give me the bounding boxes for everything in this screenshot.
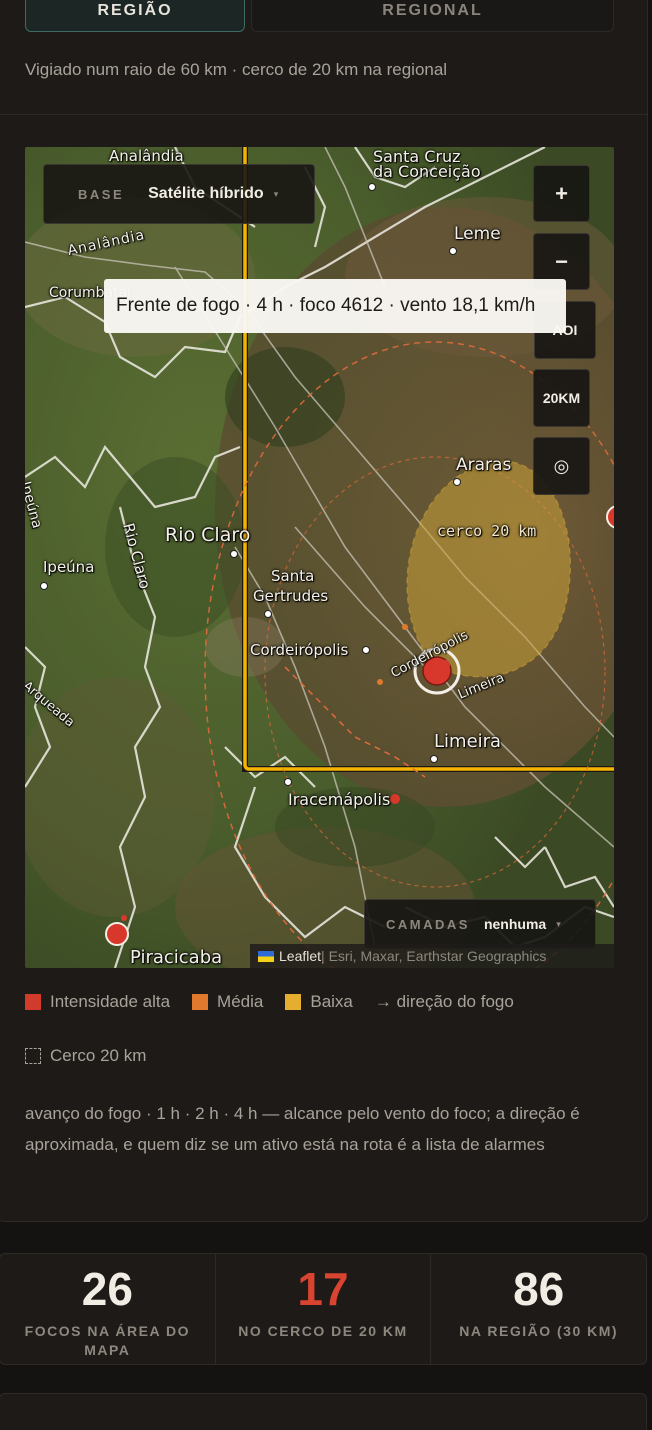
fire-advance-note: avanço do fogo · 1 h · 2 h · 4 h — alcan… [25, 1104, 580, 1154]
stats-bar: 26 FOCOS NA ÁREA DO MAPA 17 NO CERCO DE … [0, 1253, 647, 1365]
legend-swatch-high [25, 994, 41, 1010]
stat-value: 26 [81, 1263, 133, 1315]
map-label-limeira: Limeira [434, 731, 502, 752]
locate-icon: ◎ [553, 455, 570, 476]
layers-value: nenhuma [483, 916, 547, 932]
layers-select[interactable]: CAMADAS nenhuma ▾ [364, 899, 596, 949]
map-satellite-layer [25, 147, 614, 968]
legend-label-cerco: Cerco 20 km [50, 1046, 147, 1065]
map-label-piracicaba: Piracicaba [130, 947, 223, 968]
map-label-da-conceicao: da Conceição [373, 162, 481, 181]
tab-regiao[interactable]: REGIÃO [25, 0, 245, 32]
chevron-down-icon: ▾ [273, 188, 279, 199]
legend-label-medium: Média [217, 992, 264, 1011]
base-layer-label: BASE [78, 186, 125, 202]
map-label-rio-claro: Rio Claro [165, 524, 251, 546]
legend-item-cerco: Cerco 20 km [25, 1046, 625, 1066]
stat-value: 17 [297, 1263, 349, 1315]
layers-label: CAMADAS [386, 916, 470, 932]
stat-value: 86 [513, 1263, 565, 1315]
legend-swatch-low [285, 994, 302, 1010]
legend-label-direction: → direção do fogo [374, 992, 514, 1011]
map-label-santa: Santa [271, 567, 315, 585]
map-label-cordeiropolis: Cordeirópolis [250, 641, 349, 659]
legend-swatch-medium [192, 994, 209, 1010]
scope-tabs: REGIÃO REGIONAL [0, 0, 652, 32]
chevron-down-icon: ▾ [556, 918, 561, 929]
watch-caption: Vigiado num raio de 60 km · cerco de 20 … [25, 60, 448, 79]
legend-item-high: Intensidade alta [25, 992, 170, 1012]
tab-regional[interactable]: REGIONAL [251, 0, 614, 32]
map-label-araras: Araras [456, 455, 512, 475]
stat-map-focos: 26 FOCOS NA ÁREA DO MAPA [0, 1254, 216, 1364]
map-label-leme: Leme [454, 224, 501, 244]
stat-regiao: 86 NA REGIÃO (30 KM) [431, 1254, 646, 1364]
fire-map[interactable]: Analândia Analândia Santa Cruz da Concei… [25, 147, 614, 968]
base-layer-select[interactable]: BASE Satélite híbrido ▾ [43, 164, 315, 224]
divider [0, 114, 648, 115]
legend-item-medium: Média [192, 992, 263, 1012]
legend-item-direction: → direção do fogo [375, 992, 514, 1012]
map-label-iracemapolis: Iracemápolis [288, 790, 391, 809]
map-label-gertrudes: Gertrudes [253, 587, 329, 605]
legend-item-low: Baixa [285, 992, 353, 1012]
leaflet-link[interactable]: Leaflet [279, 948, 321, 964]
map-label-analandia: Analândia [109, 147, 184, 165]
stat-label: FOCOS NA ÁREA DO MAPA [24, 1323, 190, 1358]
legend-label-low: Baixa [310, 992, 353, 1011]
map-legend: Intensidade alta Média Baixa → direção d… [25, 992, 625, 1066]
attribution-providers: | Esri, Maxar, Earthstar Geographics [321, 948, 547, 964]
zoom-in-button[interactable]: + [533, 165, 590, 222]
radius-20km-button[interactable]: 20KM [533, 369, 590, 427]
stat-cerco: 17 NO CERCO DE 20 KM [216, 1254, 432, 1364]
locate-button[interactable]: ◎ [533, 437, 590, 495]
base-layer-value: Satélite híbrido [148, 185, 264, 202]
cerco-label: cerco 20 km [437, 522, 537, 540]
ukraine-flag-icon [258, 950, 274, 962]
stat-label: NA REGIÃO (30 KM) [459, 1323, 619, 1339]
map-label-ipeuna: Ipeúna [43, 558, 95, 576]
next-panel [0, 1393, 647, 1430]
stat-label: NO CERCO DE 20 KM [238, 1323, 408, 1339]
legend-label-high: Intensidade alta [50, 992, 171, 1011]
fire-front-tooltip: Frente de fogo · 4 h · foco 4612 · vento… [104, 279, 566, 333]
map-attribution: Leaflet | Esri, Maxar, Earthstar Geograp… [250, 944, 614, 968]
dashed-square-icon [25, 1048, 41, 1064]
